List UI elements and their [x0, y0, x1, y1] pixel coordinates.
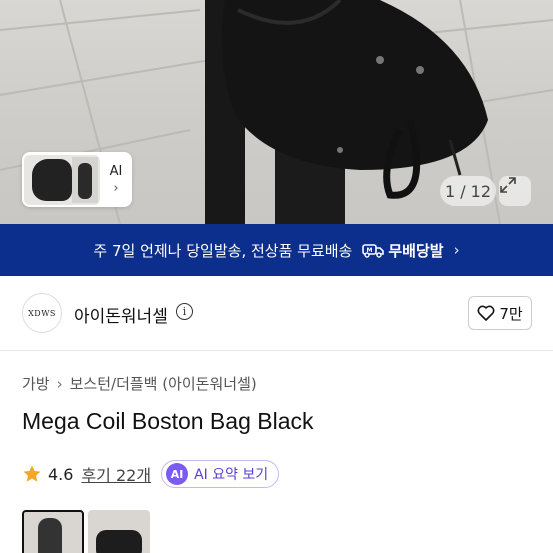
- shop-name[interactable]: 아이돈워너셀: [74, 302, 168, 327]
- info-icon[interactable]: i: [176, 303, 193, 320]
- breadcrumb-item[interactable]: 가방: [22, 373, 50, 394]
- product-page: AI › 1 / 12 주 7일 언제나 당일발송, 전상품 무료배송 M 무배…: [0, 0, 553, 553]
- ai-label: AI: [109, 163, 123, 179]
- badge-label: 무배당발: [388, 241, 444, 260]
- free-shipping-badge: M 무배당발: [362, 240, 444, 261]
- image-thumbnails: [22, 510, 150, 553]
- expand-icon: [500, 177, 516, 193]
- like-button[interactable]: 7만: [468, 296, 532, 330]
- ai-image-button[interactable]: AI ›: [100, 164, 132, 196]
- product-image[interactable]: AI › 1 / 12: [0, 0, 553, 224]
- chevron-right-icon: ›: [453, 241, 460, 259]
- truck-icon: M: [362, 244, 385, 258]
- star-icon: [23, 465, 41, 482]
- breadcrumb: 가방 › 보스턴/더플백 (아이돈워너셀): [22, 373, 257, 394]
- review-link[interactable]: 후기 22개: [81, 462, 151, 486]
- ai-summary-label: AI 요약 보기: [194, 467, 269, 483]
- shipping-banner[interactable]: 주 7일 언제나 당일발송, 전상품 무료배송 M 무배당발 ›: [0, 224, 553, 276]
- gallery-thumbnail-strip[interactable]: AI ›: [22, 152, 132, 207]
- shop-row[interactable]: XDWS 아이돈워너셀 i 7만: [0, 276, 553, 351]
- rating-row: 4.6 후기 22개 AI AI 요약 보기: [22, 460, 280, 488]
- svg-text:M: M: [367, 247, 373, 254]
- gallery-thumbnail[interactable]: [24, 154, 100, 205]
- shipping-text: 주 7일 언제나 당일발송, 전상품 무료배송: [93, 241, 353, 260]
- image-counter: 1 / 12: [440, 176, 496, 206]
- like-count: 7만: [499, 304, 523, 323]
- rating-score: 4.6: [48, 464, 74, 484]
- breadcrumb-item[interactable]: 보스턴/더플백 (아이돈워너셀): [70, 373, 257, 394]
- thumbnail-item[interactable]: [22, 510, 84, 553]
- heart-icon: [477, 305, 495, 321]
- shop-logo[interactable]: XDWS: [22, 293, 62, 333]
- chevron-right-icon: ›: [113, 180, 119, 196]
- ai-icon: AI: [166, 463, 189, 485]
- chevron-right-icon: ›: [56, 374, 63, 393]
- expand-button[interactable]: [499, 176, 531, 206]
- ai-summary-button[interactable]: AI AI 요약 보기: [161, 460, 280, 488]
- thumbnail-item[interactable]: [88, 510, 150, 553]
- product-title: Mega Coil Boston Bag Black: [22, 408, 314, 434]
